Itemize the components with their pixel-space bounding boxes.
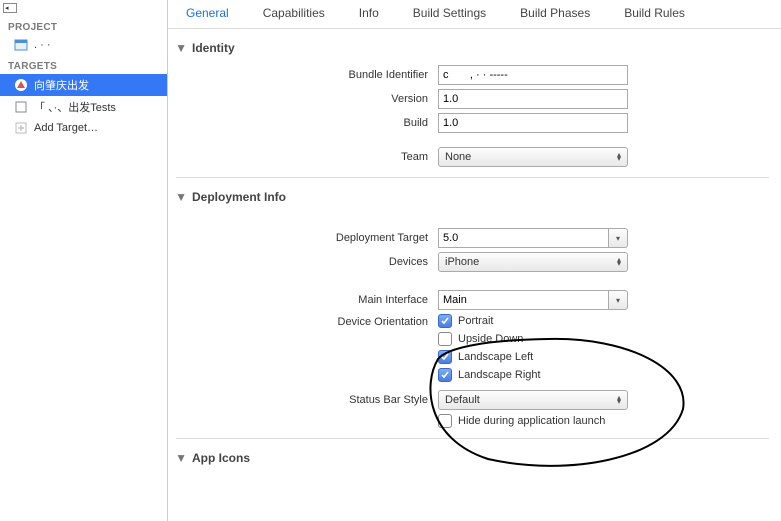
deployment-target-label: Deployment Target (176, 232, 438, 244)
upside-down-label: Upside Down (458, 333, 523, 345)
devices-value: iPhone (445, 256, 479, 268)
devices-select[interactable]: iPhone ▴▾ (438, 252, 628, 272)
status-bar-value: Default (445, 394, 480, 406)
targets-section-header: TARGETS (0, 55, 167, 74)
app-target-icon (14, 78, 28, 92)
deployment-target-field[interactable] (438, 228, 608, 248)
tab-bar: General Capabilities Info Build Settings… (168, 0, 781, 29)
xcode-project-icon (14, 38, 28, 52)
select-arrows-icon: ▴▾ (617, 258, 621, 266)
version-field[interactable] (438, 89, 628, 109)
target-app-label: 向肇庆出发 (34, 77, 89, 93)
tab-capabilities[interactable]: Capabilities (263, 6, 325, 20)
bundle-identifier-field[interactable] (438, 65, 628, 85)
target-tests-label: 「 、·、出发Tests (34, 99, 116, 115)
status-bar-select[interactable]: Default ▴▾ (438, 390, 628, 410)
landscape-right-checkbox[interactable] (438, 368, 452, 382)
portrait-checkbox[interactable] (438, 314, 452, 328)
devices-label: Devices (176, 256, 438, 268)
test-target-icon (14, 100, 28, 114)
tab-general[interactable]: General (186, 6, 229, 20)
version-label: Version (176, 93, 438, 105)
sidebar: ◂ PROJECT . · · TARGETS 向肇庆出发 「 、·、出发Tes… (0, 0, 168, 521)
select-arrows-icon: ▴▾ (617, 396, 621, 404)
portrait-label: Portrait (458, 315, 493, 327)
status-bar-label: Status Bar Style (176, 394, 438, 406)
tab-build-rules[interactable]: Build Rules (624, 6, 685, 20)
select-arrows-icon: ▴▾ (617, 153, 621, 161)
tab-build-phases[interactable]: Build Phases (520, 6, 590, 20)
hide-launch-label: Hide during application launch (458, 415, 605, 427)
bundle-identifier-label: Bundle Identifier (176, 69, 438, 81)
main-panel: General Capabilities Info Build Settings… (168, 0, 781, 521)
combo-dropdown-button[interactable]: ▾ (608, 290, 628, 310)
orientation-checkboxes: Portrait Upside Down Landscape Left (438, 314, 628, 382)
landscape-left-label: Landscape Left (458, 351, 533, 363)
identity-group: ▼ Identity Bundle Identifier Version Bui… (176, 35, 769, 167)
app-icons-header[interactable]: ▼ App Icons (176, 445, 769, 471)
app-icons-title: App Icons (192, 451, 250, 465)
landscape-right-label: Landscape Right (458, 369, 541, 381)
project-item[interactable]: . · · (0, 35, 167, 55)
add-target[interactable]: Add Target… (0, 118, 167, 138)
deployment-group: ▼ Deployment Info Deployment Target ▾ De… (176, 184, 769, 428)
disclosure-triangle-icon: ▼ (176, 453, 186, 463)
deployment-title: Deployment Info (192, 190, 286, 204)
deployment-header[interactable]: ▼ Deployment Info (176, 184, 769, 210)
app-icons-group: ▼ App Icons (176, 445, 769, 471)
team-value: None (445, 151, 471, 163)
build-field[interactable] (438, 113, 628, 133)
hide-launch-checkbox[interactable] (438, 414, 452, 428)
deployment-target-combo[interactable]: ▾ (438, 228, 628, 248)
project-item-label: . · · (34, 39, 51, 51)
orientation-label: Device Orientation (176, 314, 438, 328)
divider (176, 438, 769, 439)
build-label: Build (176, 117, 438, 129)
tab-build-settings[interactable]: Build Settings (413, 6, 486, 20)
team-select[interactable]: None ▴▾ (438, 147, 628, 167)
upside-down-checkbox[interactable] (438, 332, 452, 346)
target-app[interactable]: 向肇庆出发 (0, 74, 167, 96)
add-target-label: Add Target… (34, 122, 98, 134)
team-label: Team (176, 151, 438, 163)
identity-title: Identity (192, 41, 235, 55)
tab-info[interactable]: Info (359, 6, 379, 20)
main-interface-field[interactable] (438, 290, 608, 310)
combo-dropdown-button[interactable]: ▾ (608, 228, 628, 248)
divider (176, 177, 769, 178)
main-interface-label: Main Interface (176, 294, 438, 306)
disclosure-triangle-icon: ▼ (176, 43, 186, 53)
landscape-left-checkbox[interactable] (438, 350, 452, 364)
target-tests[interactable]: 「 、·、出发Tests (0, 96, 167, 118)
main-interface-combo[interactable]: ▾ (438, 290, 628, 310)
identity-header[interactable]: ▼ Identity (176, 35, 769, 61)
disclosure-triangle-icon: ▼ (176, 192, 186, 202)
navigator-badge: ◂ (3, 3, 17, 13)
content-area: ▼ Identity Bundle Identifier Version Bui… (168, 29, 781, 521)
project-section-header: PROJECT (0, 16, 167, 35)
plus-icon (14, 121, 28, 135)
